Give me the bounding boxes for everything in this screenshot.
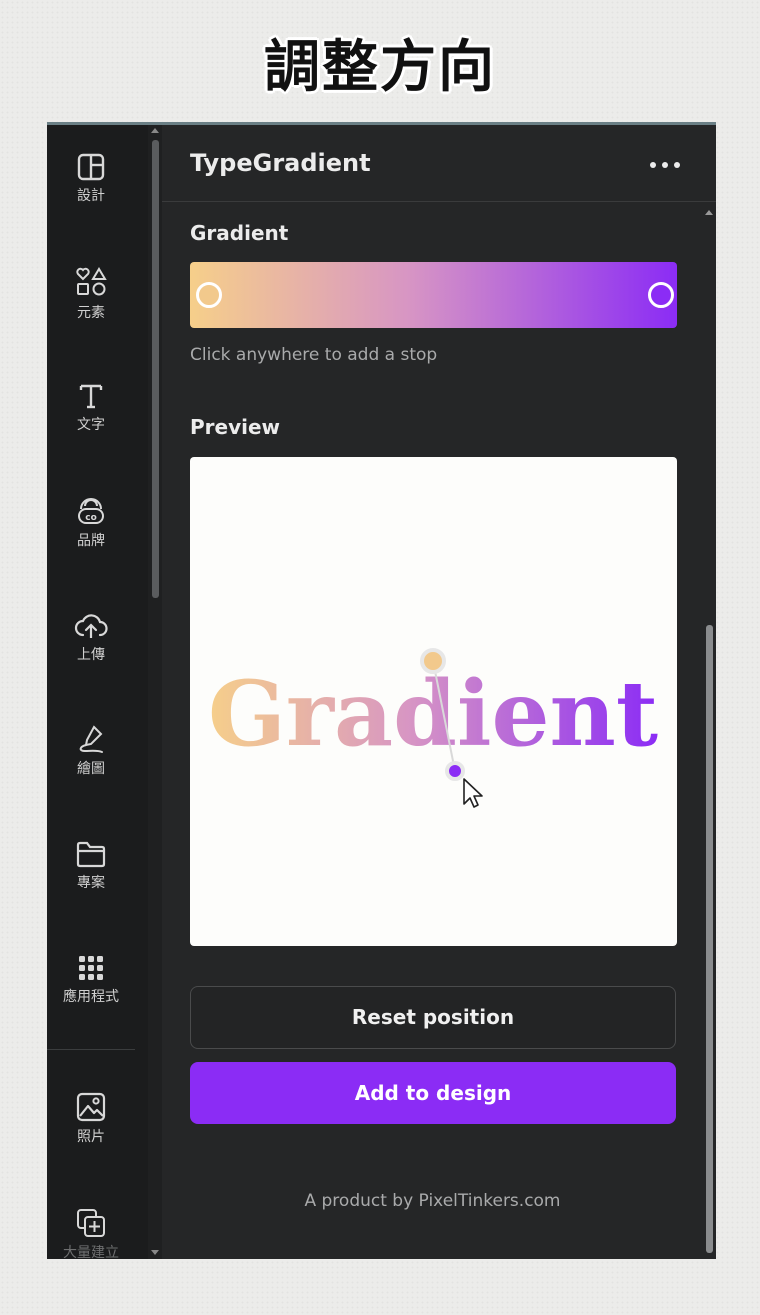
more-options-icon[interactable] — [649, 161, 681, 169]
preview-gradient-text: Gradient — [208, 661, 658, 767]
sidebar-item-label: 應用程式 — [63, 989, 119, 1005]
sidebar-item-label: 照片 — [77, 1129, 105, 1145]
direction-handle-end[interactable] — [445, 761, 465, 781]
sidebar-item-design[interactable]: 設計 — [47, 152, 135, 205]
sidebar-item-uploads[interactable]: 上傳 — [47, 611, 135, 664]
sidebar-scrollbar-thumb[interactable] — [152, 140, 159, 598]
elements-icon — [76, 267, 107, 296]
panel-header: TypeGradient — [162, 125, 716, 202]
preview-canvas[interactable]: Gradient — [190, 457, 677, 946]
direction-handle-start[interactable] — [420, 648, 446, 674]
gradient-editor-bar[interactable] — [190, 262, 677, 328]
layout-icon — [77, 153, 105, 181]
app-window: 設計 元素 文字 co 品牌 上傳 繪圖 專案 應用程式 照片 大量建立 Typ… — [47, 122, 716, 1259]
sidebar-item-label: 上傳 — [77, 647, 105, 663]
reset-position-button[interactable]: Reset position — [190, 986, 676, 1049]
apps-grid-icon — [79, 956, 103, 980]
sidebar-item-label: 繪圖 — [77, 761, 105, 777]
scroll-down-arrow-icon[interactable] — [151, 1250, 159, 1255]
video-caption: 調整方向 — [264, 35, 496, 100]
add-to-design-button[interactable]: Add to design — [190, 1062, 676, 1124]
brand-icon: co — [78, 498, 104, 524]
scroll-up-arrow-icon[interactable] — [151, 128, 159, 133]
image-icon — [76, 1092, 106, 1122]
sidebar-item-label: 文字 — [77, 417, 105, 433]
sidebar: 設計 元素 文字 co 品牌 上傳 繪圖 專案 應用程式 照片 大量建立 — [47, 125, 148, 1259]
app-panel: TypeGradient Gradient Click anywhere to … — [162, 125, 716, 1259]
scroll-up-arrow-icon[interactable] — [705, 210, 713, 215]
sidebar-item-label: 大量建立 — [63, 1245, 119, 1259]
gradient-stop-end[interactable] — [648, 282, 674, 308]
sidebar-item-projects[interactable]: 專案 — [47, 839, 135, 892]
add-copy-icon — [77, 1209, 105, 1237]
sidebar-divider — [47, 1049, 135, 1050]
sidebar-item-label: 設計 — [77, 188, 105, 204]
sidebar-item-label: 專案 — [77, 875, 105, 891]
footer-credit: A product by PixelTinkers.com — [304, 1191, 561, 1211]
gradient-hint: Click anywhere to add a stop — [190, 345, 438, 365]
mouse-cursor-icon — [463, 778, 483, 808]
gradient-stop-start[interactable] — [196, 282, 222, 308]
sidebar-item-bulk-create[interactable]: 大量建立 — [47, 1207, 135, 1259]
text-icon — [79, 384, 103, 409]
sidebar-item-brand[interactable]: co 品牌 — [47, 495, 135, 550]
sidebar-item-label: 元素 — [77, 305, 105, 321]
panel-title: TypeGradient — [190, 149, 371, 177]
panel-scrollbar-thumb[interactable] — [706, 625, 713, 1253]
gradient-section-label: Gradient — [190, 221, 289, 245]
sidebar-item-label: 品牌 — [77, 533, 105, 549]
sidebar-item-draw[interactable]: 繪圖 — [47, 723, 135, 778]
preview-section-label: Preview — [190, 415, 281, 439]
draw-icon — [79, 725, 103, 753]
folder-icon — [76, 841, 106, 868]
sidebar-item-text[interactable]: 文字 — [47, 381, 135, 434]
preview-svg: Gradient — [208, 648, 658, 808]
sidebar-item-elements[interactable]: 元素 — [47, 265, 135, 322]
svg-text:co: co — [85, 513, 97, 523]
sidebar-item-apps[interactable]: 應用程式 — [47, 953, 135, 1006]
sidebar-item-photos[interactable]: 照片 — [47, 1091, 135, 1146]
upload-cloud-icon — [74, 614, 108, 638]
